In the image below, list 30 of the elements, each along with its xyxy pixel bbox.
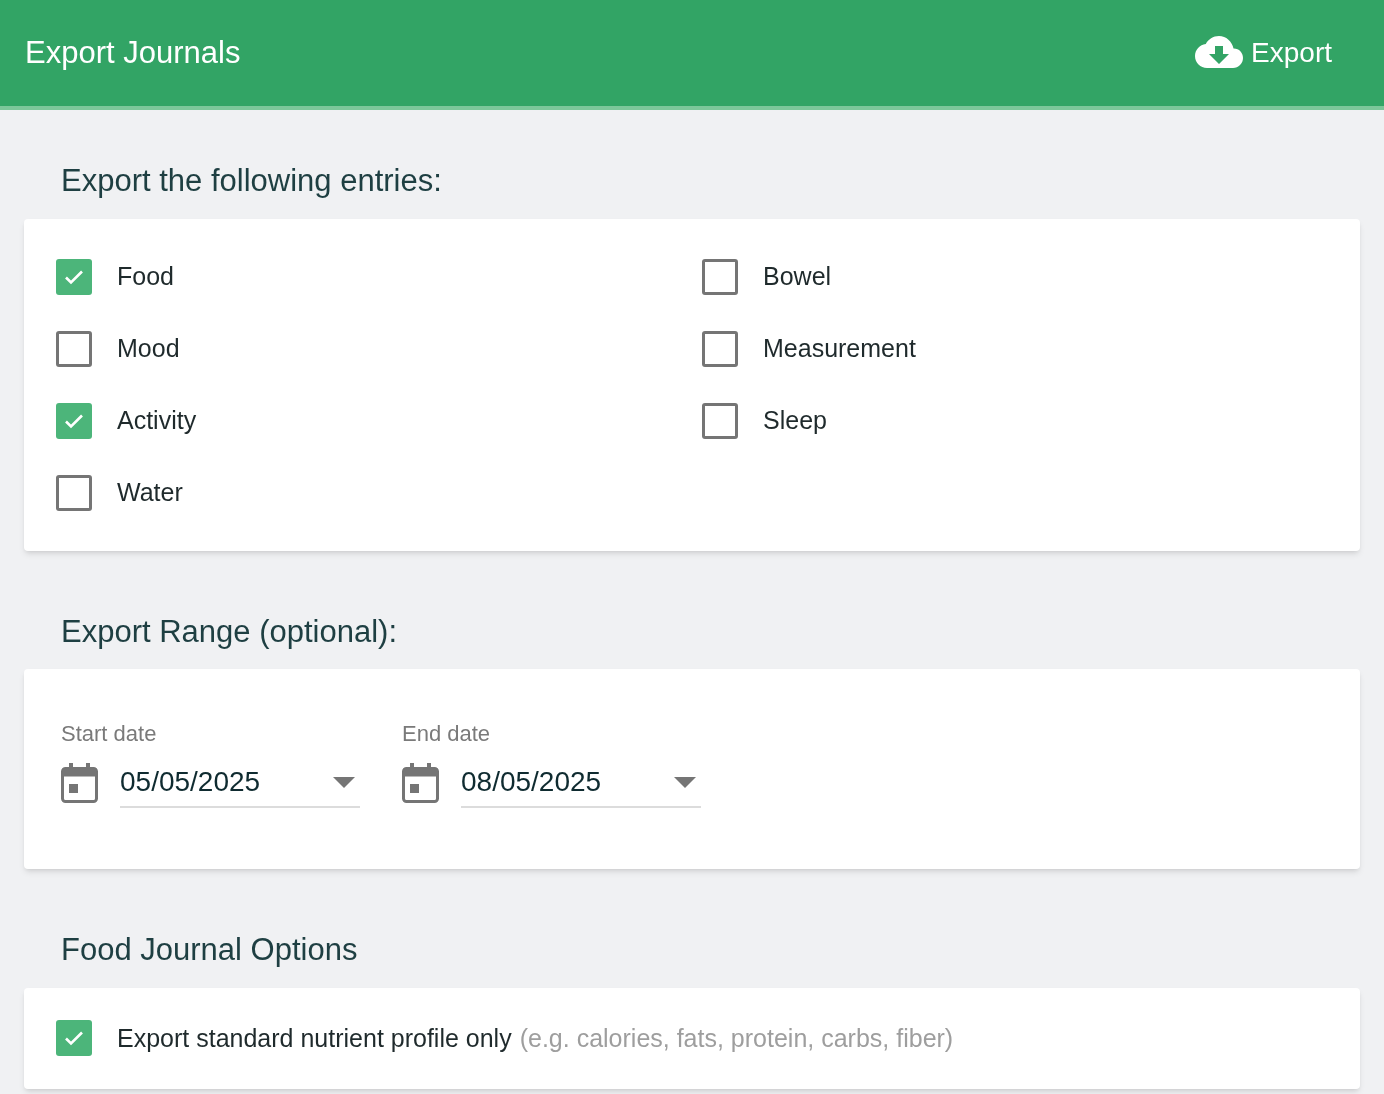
page-title: Export Journals (25, 33, 241, 72)
field-label: Start date (61, 720, 158, 748)
checkbox[interactable] (702, 258, 738, 295)
checkbox[interactable] (702, 402, 738, 439)
section-heading: Export the following entries: (60, 162, 443, 200)
section-heading: Food Journal Options (60, 931, 359, 969)
checkbox[interactable] (56, 330, 92, 367)
section-heading: Export Range (optional): (60, 612, 399, 651)
date-dropdown[interactable]: 08/05/2025 (461, 758, 701, 808)
checkbox[interactable] (56, 402, 92, 439)
checkbox-label[interactable]: Activity (117, 401, 197, 440)
caret-icon (333, 776, 355, 788)
checkbox-label[interactable]: Measurement (763, 329, 916, 368)
checkbox[interactable] (56, 258, 92, 295)
checkbox[interactable] (56, 474, 92, 511)
calendar-icon (61, 763, 98, 803)
cloud-download-icon (1195, 36, 1244, 70)
checkbox[interactable] (702, 330, 738, 367)
checkbox-label[interactable]: Sleep (763, 401, 827, 440)
checkbox-label[interactable]: Food (117, 257, 174, 296)
calendar-icon (402, 763, 439, 803)
option-label[interactable]: Export standard nutrient profile only (117, 1019, 512, 1057)
option-hint: (e.g. calories, fats, protein, carbs, fiber) (519, 1022, 954, 1054)
checkbox-label[interactable]: Mood (117, 329, 180, 368)
date-dropdown[interactable]: 05/05/2025 (120, 758, 360, 808)
checkbox-label[interactable]: Water (117, 473, 183, 512)
checkbox[interactable] (56, 1020, 92, 1057)
field-label: End date (402, 720, 492, 748)
checkbox-label[interactable]: Bowel (763, 257, 832, 296)
caret-icon (674, 776, 696, 788)
